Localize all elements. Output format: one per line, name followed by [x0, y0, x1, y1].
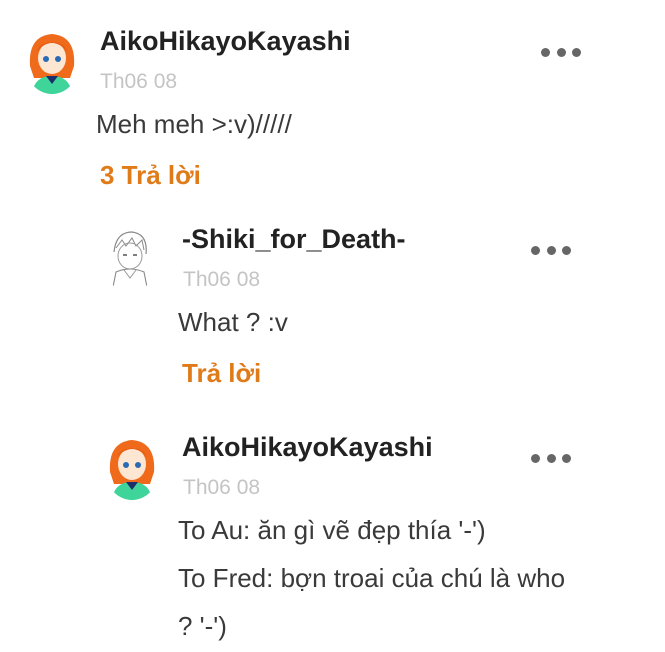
orange-haired-anime-girl-avatar-icon [24, 28, 80, 94]
dot [531, 245, 540, 255]
comment-body: Meh meh >:v)///// [96, 109, 292, 139]
comment-date: Th06 08 [100, 70, 178, 93]
dot [562, 453, 571, 463]
comment-author[interactable]: -Shiki_for_Death- [182, 224, 406, 255]
comment-body-line: To Au: ăn gì vẽ đẹp thía '-') [178, 515, 486, 545]
more-options-button[interactable] [541, 42, 581, 62]
dot [562, 245, 571, 255]
reply-button[interactable]: 3 Trả lời [100, 160, 201, 191]
user-avatar[interactable] [24, 28, 80, 94]
dot [546, 245, 556, 255]
dot [531, 453, 540, 463]
comment-body: What ? :v [178, 307, 288, 337]
user-avatar[interactable] [104, 434, 160, 500]
comment-date: Th06 08 [183, 268, 261, 291]
comment-body-line: ? '-') [178, 611, 227, 641]
comment-body-line: To Fred: bợn troai của chú là who [178, 563, 566, 593]
comment-date: Th06 08 [183, 476, 261, 499]
dot [546, 453, 556, 463]
dot [541, 47, 550, 57]
user-avatar[interactable] [102, 226, 158, 292]
orange-haired-anime-girl-avatar-icon [104, 434, 160, 500]
dot [572, 47, 581, 57]
reply-button[interactable]: Trả lời [182, 358, 261, 389]
sketch-anime-boy-avatar-icon [102, 226, 158, 292]
comment-author[interactable]: AikoHikayoKayashi [182, 432, 433, 463]
more-options-button[interactable] [531, 448, 571, 468]
comment-author[interactable]: AikoHikayoKayashi [100, 26, 351, 57]
dot [556, 47, 566, 57]
more-options-button[interactable] [531, 240, 571, 260]
